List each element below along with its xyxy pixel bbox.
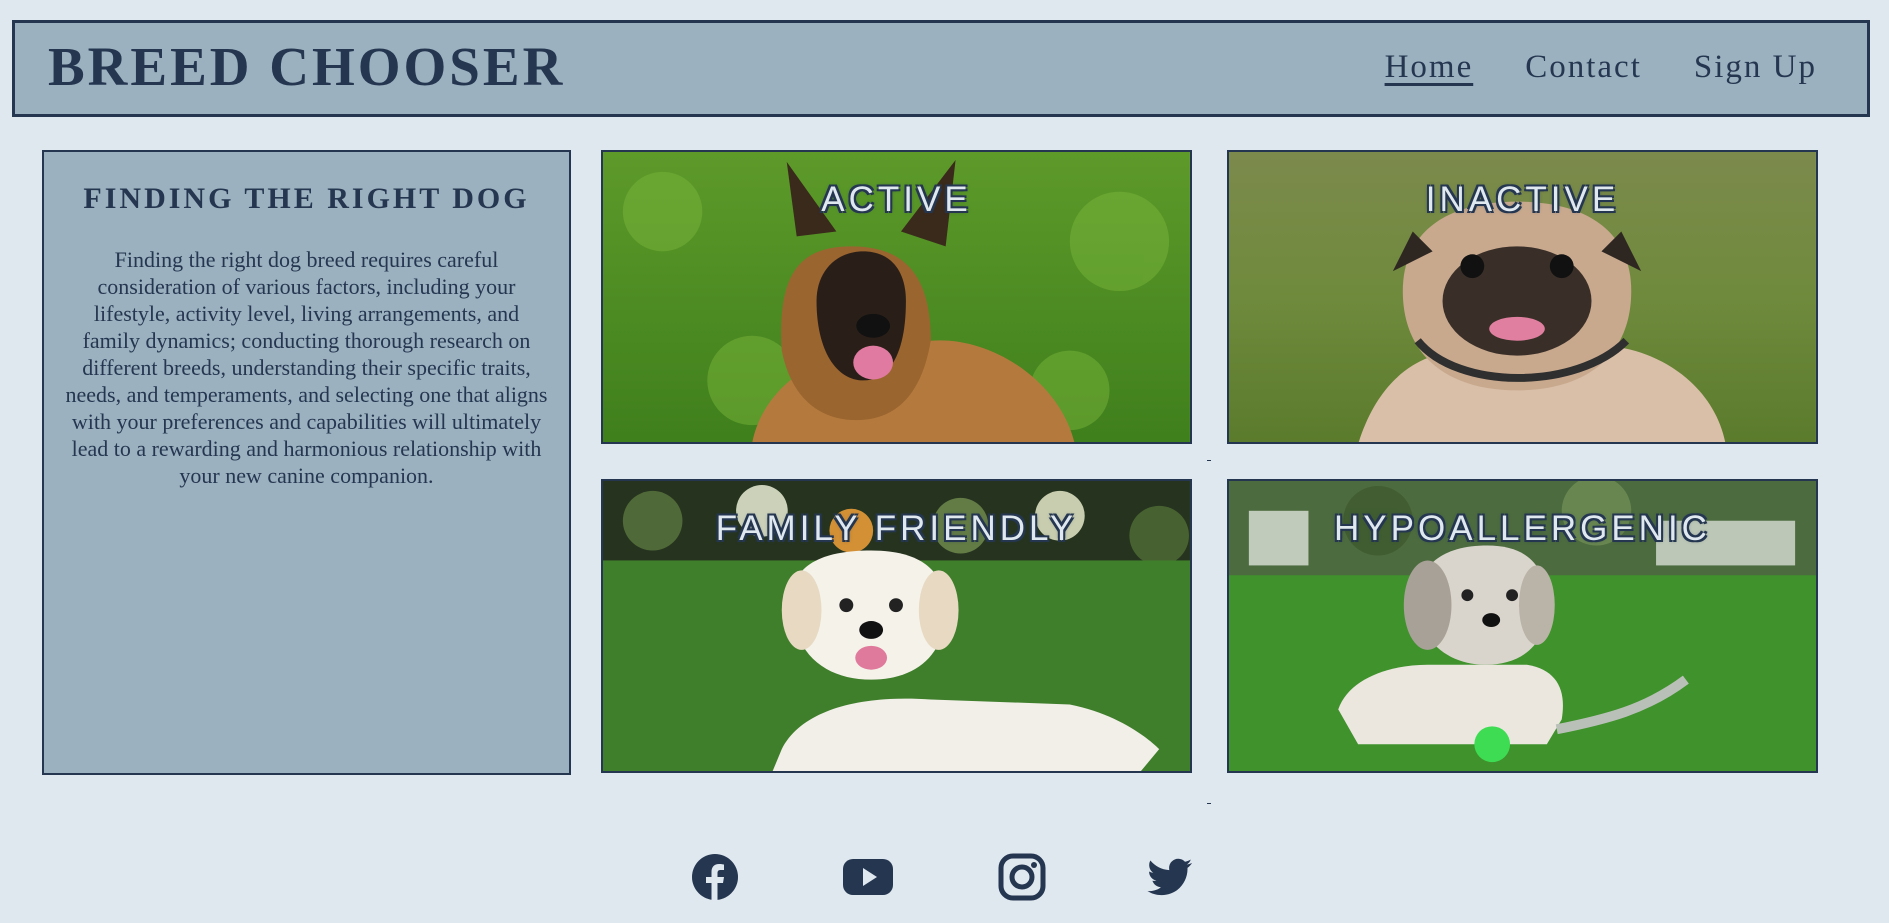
nav-home[interactable]: Home [1385, 49, 1474, 86]
site-logo[interactable]: BREED CHOOSER [48, 36, 565, 98]
category-card-active[interactable]: ACTIVE [601, 150, 1192, 444]
info-title: FINDING THE RIGHT DOG [83, 182, 530, 215]
category-card-inactive[interactable]: INACTIVE [1227, 150, 1818, 444]
category-label-active: ACTIVE [821, 180, 972, 219]
info-panel: FINDING THE RIGHT DOG Finding the right … [42, 150, 571, 775]
divider-dot [1207, 803, 1211, 804]
youtube-icon[interactable] [843, 852, 893, 902]
nav-contact[interactable]: Contact [1525, 49, 1642, 86]
category-label-family-friendly: FAMILY FRIENDLY [715, 509, 1078, 548]
category-label-hypoallergenic: HYPOALLERGENIC [1334, 509, 1711, 548]
divider-dot [1207, 460, 1211, 461]
instagram-icon[interactable] [997, 852, 1047, 902]
site-header: BREED CHOOSER Home Contact Sign Up [12, 20, 1870, 117]
twitter-icon[interactable] [1145, 852, 1195, 902]
category-card-hypoallergenic[interactable]: HYPOALLERGENIC [1227, 479, 1818, 773]
facebook-icon[interactable] [690, 852, 740, 902]
main-nav: Home Contact Sign Up [1385, 49, 1817, 86]
nav-sign-up[interactable]: Sign Up [1694, 49, 1817, 86]
category-card-family-friendly[interactable]: FAMILY FRIENDLY [601, 479, 1192, 773]
category-label-inactive: INACTIVE [1425, 180, 1620, 219]
info-body: Finding the right dog breed requires car… [65, 247, 548, 488]
